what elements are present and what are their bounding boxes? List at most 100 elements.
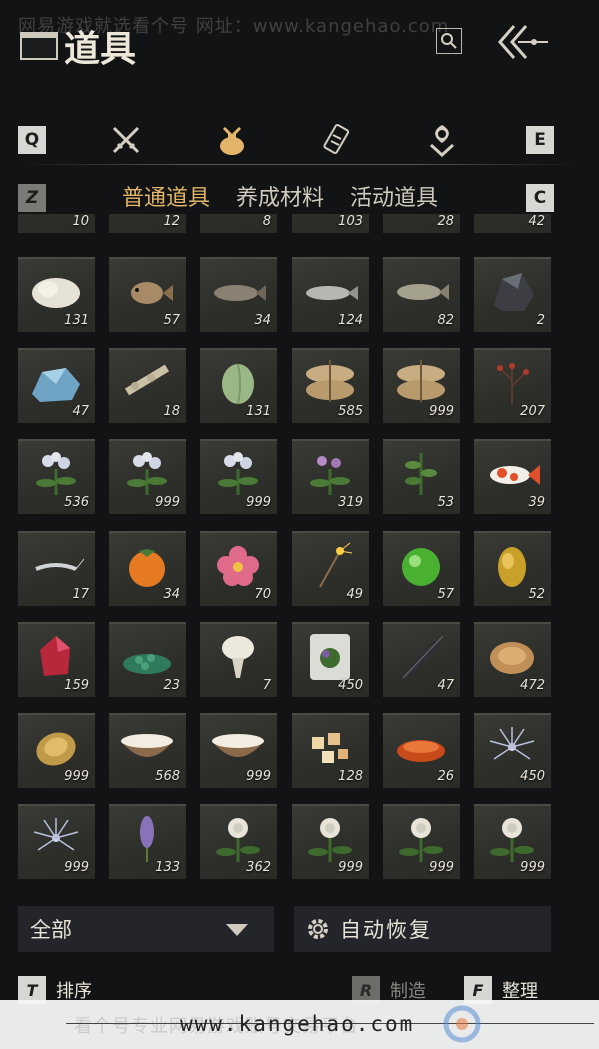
- inventory-slot[interactable]: 319: [292, 439, 369, 514]
- back-button[interactable]: [494, 20, 554, 64]
- inventory-slot[interactable]: 133: [109, 804, 186, 879]
- inventory-slot[interactable]: 999: [383, 804, 460, 879]
- inventory-slot[interactable]: 70: [200, 531, 277, 606]
- blue-dandelion-icon: [482, 721, 542, 773]
- item-count: 10: [72, 214, 89, 229]
- inventory-slot[interactable]: 999: [200, 439, 277, 514]
- item-count: 472: [520, 678, 545, 693]
- white-camellia-icon: [391, 812, 451, 864]
- inventory-slot[interactable]: 131: [18, 257, 95, 332]
- item-count: 42: [528, 214, 545, 229]
- inventory-slot[interactable]: 34: [200, 257, 277, 332]
- inventory-slot[interactable]: 10: [18, 214, 95, 233]
- inventory-slot[interactable]: 128: [292, 713, 369, 788]
- herb-card-icon: [300, 630, 360, 682]
- inventory-slot[interactable]: 8: [200, 214, 277, 233]
- gold-ingot-icon: [26, 721, 86, 773]
- subtab-materials[interactable]: 养成材料: [236, 180, 324, 212]
- search-icon: [441, 33, 457, 49]
- inventory-slot[interactable]: 999: [383, 348, 460, 423]
- rockfish-icon: [208, 265, 268, 317]
- tab-items-active[interactable]: [212, 120, 252, 160]
- subtab-bar: Z 普通道具 养成材料 活动道具 C: [0, 176, 599, 218]
- crossed-swords-icon: [112, 126, 140, 154]
- inventory-slot[interactable]: 82: [383, 257, 460, 332]
- item-count: 133: [155, 860, 180, 875]
- inventory-slot[interactable]: 34: [109, 531, 186, 606]
- inventory-slot[interactable]: 450: [292, 622, 369, 697]
- inventory-slot[interactable]: 472: [474, 622, 551, 697]
- inventory-slot[interactable]: 17: [18, 531, 95, 606]
- item-count: 34: [254, 313, 271, 328]
- inventory-slot[interactable]: 124: [292, 257, 369, 332]
- gold-nugget-icon: [482, 539, 542, 591]
- key-c-next-subtab[interactable]: C: [526, 184, 554, 212]
- inventory-slot[interactable]: 18: [109, 348, 186, 423]
- inventory-slot[interactable]: 2: [474, 257, 551, 332]
- double-chevron-back-icon: [498, 25, 548, 59]
- inventory-slot[interactable]: 999: [18, 804, 95, 879]
- inventory-slot[interactable]: 999: [292, 804, 369, 879]
- item-count: 8: [262, 214, 271, 229]
- item-bag-icon: [220, 126, 244, 155]
- inventory-slot[interactable]: 28: [383, 214, 460, 233]
- inventory-slot[interactable]: 207: [474, 348, 551, 423]
- inventory-slot[interactable]: 42: [474, 214, 551, 233]
- tab-scrolls[interactable]: [318, 120, 358, 160]
- inventory-slot[interactable]: 103: [292, 214, 369, 233]
- item-count: 207: [520, 404, 545, 419]
- subtab-event-items[interactable]: 活动道具: [350, 180, 438, 212]
- item-count: 124: [338, 313, 363, 328]
- filter-dropdown[interactable]: 全部: [18, 906, 274, 952]
- inventory-slot[interactable]: 39: [474, 439, 551, 514]
- item-count: 47: [437, 678, 454, 693]
- inventory-slot[interactable]: 999: [109, 439, 186, 514]
- bronze-ingot-icon: [482, 630, 542, 682]
- tab-badges[interactable]: [422, 120, 462, 160]
- inventory-slot[interactable]: 450: [474, 713, 551, 788]
- pufferfish-icon: [117, 265, 177, 317]
- white-flower-bouquet-icon: [208, 630, 268, 682]
- inventory-slot[interactable]: 47: [383, 622, 460, 697]
- trout-icon: [391, 265, 451, 317]
- search-button[interactable]: [436, 28, 462, 54]
- item-count: 28: [437, 214, 454, 229]
- purple-flower-herb-icon: [300, 447, 360, 499]
- item-count: 57: [437, 587, 454, 602]
- pink-flower-icon: [208, 539, 268, 591]
- inventory-slot[interactable]: 57: [109, 257, 186, 332]
- inventory-slot[interactable]: 23: [109, 622, 186, 697]
- inventory-slot[interactable]: 12: [109, 214, 186, 233]
- key-e-next-category[interactable]: E: [526, 126, 554, 154]
- auto-restore-button[interactable]: 自动恢复: [294, 906, 551, 952]
- dark-ore-icon: [482, 265, 542, 317]
- inventory-slot[interactable]: 131: [200, 348, 277, 423]
- inventory-slot[interactable]: 362: [200, 804, 277, 879]
- inventory-slot[interactable]: 159: [18, 622, 95, 697]
- inventory-slot[interactable]: 52: [474, 531, 551, 606]
- inventory-slot[interactable]: 999: [18, 713, 95, 788]
- inventory-slot[interactable]: 999: [200, 713, 277, 788]
- subtab-common-items[interactable]: 普通道具: [122, 180, 210, 212]
- misc-item-icon: [208, 214, 268, 218]
- inventory-slot[interactable]: 999: [474, 804, 551, 879]
- inventory-slot[interactable]: 7: [200, 622, 277, 697]
- white-flower-herb-icon: [117, 447, 177, 499]
- bone-icon: [117, 356, 177, 408]
- tab-equipment[interactable]: [106, 120, 146, 160]
- item-count: 70: [254, 587, 271, 602]
- chevron-down-icon: [226, 924, 248, 936]
- inventory-slot[interactable]: 47: [18, 348, 95, 423]
- inventory-slot[interactable]: 49: [292, 531, 369, 606]
- inventory-slot[interactable]: 585: [292, 348, 369, 423]
- key-z-prev-subtab[interactable]: Z: [18, 184, 46, 212]
- inventory-slot[interactable]: 53: [383, 439, 460, 514]
- inventory-slot[interactable]: 536: [18, 439, 95, 514]
- filter-label: 全部: [30, 918, 72, 942]
- item-count: 23: [163, 678, 180, 693]
- inventory-slot[interactable]: 26: [383, 713, 460, 788]
- inventory-slot[interactable]: 57: [383, 531, 460, 606]
- key-q-prev-category[interactable]: Q: [18, 126, 46, 154]
- grain-sack-icon: [391, 356, 451, 408]
- inventory-slot[interactable]: 568: [109, 713, 186, 788]
